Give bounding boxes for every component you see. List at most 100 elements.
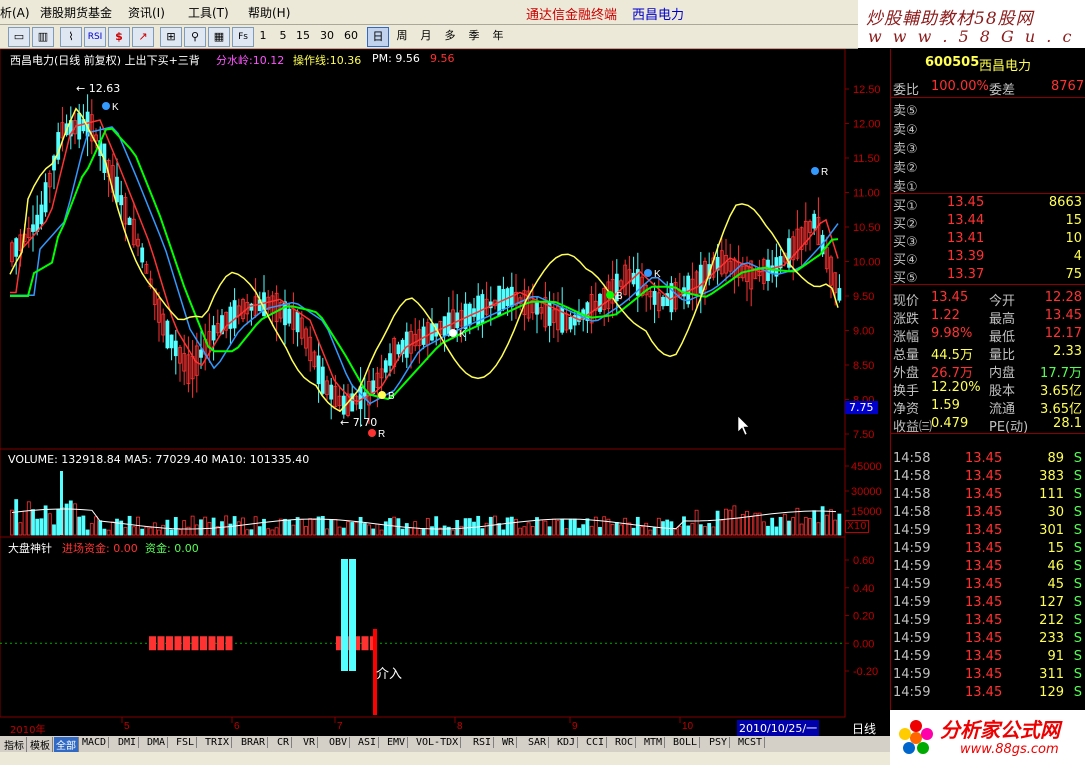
volume-bar [589, 525, 594, 536]
volume-bar [509, 516, 514, 536]
quote-panel: 600505 西昌电力 委比 100.00% 委差 8767 卖⑤ 卖④ 卖③ 卖② 卖… [890, 49, 1085, 765]
volume-bar [14, 499, 19, 536]
period-multi[interactable]: 多 [440, 27, 460, 45]
jieru-annotation: 介入 [376, 667, 403, 682]
indicator-tab[interactable]: FSL [174, 737, 198, 748]
dollar-icon[interactable]: $ [108, 27, 130, 47]
volume-bar [585, 518, 590, 536]
candle-body [320, 366, 325, 394]
indicator-tab[interactable]: KDJ [555, 737, 579, 748]
logo-line1: 分析家公式网 [940, 718, 1060, 742]
indicator-tab[interactable]: BRAR [239, 737, 269, 748]
signal-block [361, 636, 369, 651]
indicator-tab[interactable]: ROC [613, 737, 637, 748]
indicator-tab[interactable]: 全部 [54, 737, 79, 752]
volume-bar [425, 517, 430, 536]
volume-bar [346, 521, 350, 536]
indicator-tab[interactable]: MTM [642, 737, 666, 748]
rsi-icon[interactable]: RSI [84, 27, 106, 47]
indicator-tab[interactable]: ASI [356, 737, 380, 748]
indicator-tab[interactable]: PSY [707, 737, 731, 748]
period-15[interactable]: 15 [293, 27, 313, 45]
volume-bar [22, 510, 27, 536]
period-60[interactable]: 60 [341, 27, 361, 45]
volume-bar [434, 516, 439, 536]
date-tag: 2010/10/25/一 [737, 720, 820, 736]
volume-bar [619, 524, 623, 536]
search-icon[interactable]: ⚲ [184, 27, 206, 47]
indicator-tab[interactable]: DMI [116, 737, 140, 748]
volume-bar [56, 509, 61, 536]
fenshui-label: 分水岭:10.12 [216, 54, 285, 67]
arrow-icon[interactable]: ↗ [132, 27, 154, 47]
indicator-tab[interactable]: DMA [145, 737, 169, 748]
indicator-tab[interactable]: VOL-TDX [414, 737, 462, 748]
indicator-tab[interactable]: CR [275, 737, 293, 748]
candle-body [228, 306, 233, 329]
volume-bar [224, 515, 229, 536]
indicator-tab[interactable]: VR [301, 737, 319, 748]
x-tick-label: 5 [124, 721, 130, 732]
menu-tools[interactable]: 工具(T) [188, 4, 229, 21]
zoom-in-icon[interactable]: ⊞ [160, 27, 182, 47]
volume-bar [724, 508, 728, 536]
chart-area[interactable]: 12.50 12.00 11.50 11.00 10.50 10.00 9.50 9.00 8.… [0, 49, 890, 736]
pm-label: PM: 9.56 [372, 52, 420, 65]
indicator-tab[interactable]: SAR [526, 737, 550, 748]
x-tick-label: 8 [457, 721, 463, 732]
menu-help[interactable]: 帮助(H) [248, 4, 290, 21]
period-5[interactable]: 5 [275, 27, 291, 45]
period-1[interactable]: 1 [255, 27, 271, 45]
trend-icon[interactable]: ⌇ [60, 27, 82, 47]
candle-body [140, 247, 145, 263]
x-tick-label: 7 [337, 721, 343, 732]
period-week[interactable]: 周 [392, 27, 412, 45]
sell-level-row: 卖⑤ [893, 104, 918, 119]
volume-bar [560, 519, 565, 536]
indicator-tab[interactable]: CCI [584, 737, 608, 748]
candle-body [115, 176, 119, 203]
volume-bar [375, 523, 380, 536]
grid-icon[interactable]: ▦ [208, 27, 230, 47]
volume-bar [85, 529, 90, 536]
menu-analysis[interactable]: 析(A) [0, 4, 30, 21]
fs-icon[interactable]: Fs [232, 27, 254, 47]
candle-body [287, 308, 292, 324]
cursor-icon[interactable]: ▭ [8, 27, 30, 47]
period-month[interactable]: 月 [416, 27, 436, 45]
indicator-tab[interactable]: TRIX [203, 737, 233, 748]
chart-icon[interactable]: ▥ [32, 27, 54, 47]
period-30[interactable]: 30 [317, 27, 337, 45]
volume-bar [753, 512, 758, 536]
volume-bar [711, 526, 716, 536]
volume-bar [152, 522, 157, 536]
candle-body [295, 311, 300, 333]
indicator-tab[interactable]: 模板 [28, 737, 53, 752]
indicator-tab[interactable]: WR [500, 737, 518, 748]
indicator-tab[interactable]: EMV [385, 737, 409, 748]
indicator-tab[interactable]: OBV [327, 737, 351, 748]
menu-hk-futures[interactable]: 港股期货基金 [40, 4, 112, 21]
k-marker-dot [644, 269, 652, 277]
tick-row: 14:58 13.45 383 S [893, 469, 1082, 484]
volume-bar [782, 513, 787, 536]
indicator-tab[interactable]: 指标 [2, 737, 27, 752]
menu-info[interactable]: 资讯(I) [128, 4, 165, 21]
indicator-tab[interactable]: MCST [736, 737, 766, 748]
tick-row: 14:59 13.45 129 S [893, 685, 1082, 700]
volume-bar [241, 517, 245, 536]
period-season[interactable]: 季 [464, 27, 484, 45]
period-year[interactable]: 年 [488, 27, 508, 45]
caozuo-label: 操作线:10.36 [293, 54, 362, 67]
period-day[interactable]: 日 [367, 27, 389, 47]
volume-bar [350, 522, 355, 536]
x-tick-label: 10 [682, 721, 694, 732]
indicator-tab[interactable]: MACD [80, 737, 110, 748]
indicator-tab[interactable]: RSI [471, 737, 495, 748]
kline-chart-canvas[interactable]: 12.50 12.00 11.50 11.00 10.50 10.00 9.50 9.00 8.… [0, 49, 890, 736]
volume-bar [203, 516, 208, 536]
indicator-tab[interactable]: BOLL [671, 737, 701, 748]
volume-bar [736, 517, 741, 536]
volume-bar [539, 519, 544, 536]
main-pane-border [0, 49, 846, 450]
